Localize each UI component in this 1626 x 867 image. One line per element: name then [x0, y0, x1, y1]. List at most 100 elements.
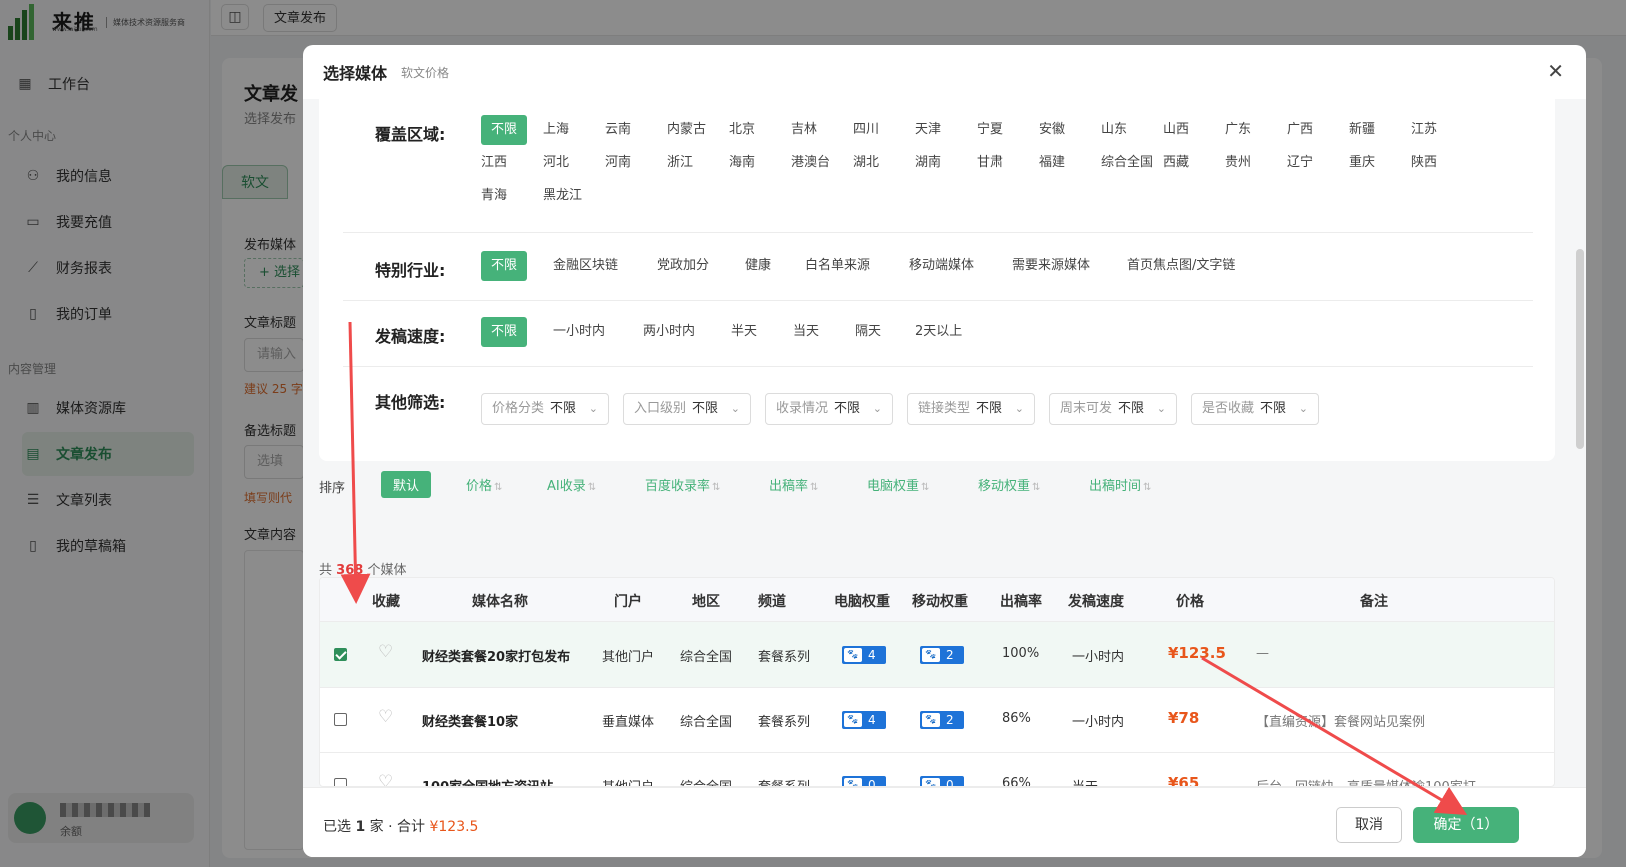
filter-select[interactable]: 周末可发 不限 ⌄: [1049, 393, 1177, 425]
sort-option[interactable]: 默认: [381, 471, 432, 498]
filter-option[interactable]: 港澳台: [791, 148, 830, 178]
filter-option[interactable]: 青海: [481, 181, 507, 211]
filter-option[interactable]: 首页焦点图/文字链: [1127, 251, 1235, 281]
filter-option[interactable]: 湖北: [853, 148, 879, 178]
filter-select[interactable]: 是否收藏 不限 ⌄: [1191, 393, 1319, 425]
sort-option-label[interactable]: 百度收录率: [645, 479, 710, 494]
chevron-down-icon[interactable]: ⌄: [589, 394, 598, 424]
pc-weight-badge[interactable]: 🐾 4: [842, 711, 886, 729]
sort-option[interactable]: 百度收录率 ⇅: [645, 475, 720, 494]
close-icon[interactable]: ✕: [1547, 59, 1564, 83]
column-header[interactable]: 出稿率: [1000, 591, 1042, 611]
modal-scrollbar[interactable]: [1576, 249, 1584, 449]
filter-select[interactable]: 入口级别 不限 ⌄: [623, 393, 751, 425]
filter-option[interactable]: 天津: [915, 115, 941, 145]
select-name[interactable]: 价格分类: [492, 401, 544, 416]
sort-arrows-icon[interactable]: ⇅: [1143, 482, 1151, 493]
column-header[interactable]: 地区: [692, 591, 720, 611]
filter-option[interactable]: 上海: [543, 115, 569, 145]
filter-option[interactable]: 不限: [481, 251, 528, 281]
chevron-down-icon[interactable]: ⌄: [1015, 394, 1024, 424]
select-name[interactable]: 周末可发: [1060, 401, 1112, 416]
sort-option[interactable]: 电脑权重 ⇅: [867, 475, 929, 494]
filter-option[interactable]: 半天: [731, 317, 757, 347]
weight-value[interactable]: 4: [868, 711, 876, 729]
column-header[interactable]: 价格: [1176, 591, 1204, 611]
column-header[interactable]: 收藏: [372, 591, 400, 611]
paw-icon[interactable]: 🐾: [922, 713, 940, 727]
filter-option[interactable]: 山东: [1101, 115, 1127, 145]
sort-option-label[interactable]: 出稿时间: [1089, 479, 1141, 494]
paw-icon[interactable]: 🐾: [844, 648, 862, 662]
filter-option[interactable]: 黑龙江: [543, 181, 582, 211]
select-name[interactable]: 收录情况: [776, 401, 828, 416]
filter-option[interactable]: 一小时内: [553, 317, 605, 347]
confirm-button[interactable]: 确定（1）: [1413, 807, 1519, 843]
column-header[interactable]: 媒体名称: [472, 591, 528, 611]
filter-option[interactable]: 云南: [605, 115, 631, 145]
sort-arrows-icon[interactable]: ⇅: [921, 482, 929, 493]
paw-icon[interactable]: 🐾: [844, 713, 862, 727]
media-name[interactable]: 财经类套餐20家打包发布: [422, 646, 570, 665]
heart-icon[interactable]: ♡: [378, 642, 393, 662]
select-value[interactable]: 不限: [550, 401, 576, 416]
paw-icon[interactable]: 🐾: [922, 778, 940, 786]
heart-icon[interactable]: ♡: [378, 707, 393, 727]
mobile-weight-badge[interactable]: 🐾 0: [920, 776, 964, 786]
filter-option[interactable]: 海南: [729, 148, 755, 178]
filter-option[interactable]: 辽宁: [1287, 148, 1313, 178]
filter-option[interactable]: 吉林: [791, 115, 817, 145]
filter-option[interactable]: 新疆: [1349, 115, 1375, 145]
media-name[interactable]: 100家全国地方资讯站...: [422, 776, 568, 786]
mobile-weight-badge[interactable]: 🐾 2: [920, 646, 964, 664]
filter-option[interactable]: 广东: [1225, 115, 1251, 145]
filter-option[interactable]: 陕西: [1411, 148, 1437, 178]
row-checkbox[interactable]: [334, 713, 347, 726]
sort-option-label[interactable]: 电脑权重: [867, 479, 919, 494]
column-header[interactable]: 电脑权重: [834, 591, 890, 611]
filter-option[interactable]: 宁夏: [977, 115, 1003, 145]
table-row[interactable]: ♡ 财经类套餐10家 垂直媒体 综合全国 套餐系列 86% 一小时内 ¥78 【直编资源】套餐网…: [320, 687, 1554, 753]
row-checkbox[interactable]: [334, 778, 347, 786]
sort-option[interactable]: 出稿时间 ⇅: [1089, 475, 1151, 494]
filter-option[interactable]: 山西: [1163, 115, 1189, 145]
filter-option[interactable]: 北京: [729, 115, 755, 145]
filter-option[interactable]: 贵州: [1225, 148, 1251, 178]
sort-option-label[interactable]: 价格: [466, 479, 492, 494]
select-value[interactable]: 不限: [1260, 401, 1286, 416]
sort-option[interactable]: 出稿率 ⇅: [769, 475, 818, 494]
column-header[interactable]: 门户: [614, 591, 642, 611]
mobile-weight-badge[interactable]: 🐾 2: [920, 711, 964, 729]
filter-select[interactable]: 价格分类 不限 ⌄: [481, 393, 609, 425]
sort-arrows-icon[interactable]: ⇅: [810, 482, 818, 493]
table-row[interactable]: ♡ 100家全国地方资讯站... 其他门户 综合全国 套餐系列 66% 当天 ¥65 后台，回链…: [320, 752, 1554, 786]
filter-option[interactable]: 湖南: [915, 148, 941, 178]
filter-select[interactable]: 链接类型 不限 ⌄: [907, 393, 1035, 425]
filter-option[interactable]: 党政加分: [657, 251, 709, 281]
pc-weight-badge[interactable]: 🐾 0: [842, 776, 886, 786]
chevron-down-icon[interactable]: ⌄: [731, 394, 740, 424]
weight-value[interactable]: 0: [946, 776, 954, 786]
sort-arrows-icon[interactable]: ⇅: [1032, 482, 1040, 493]
filter-option[interactable]: 四川: [853, 115, 879, 145]
filter-option[interactable]: 西藏: [1163, 148, 1189, 178]
pc-weight-badge[interactable]: 🐾 4: [842, 646, 886, 664]
weight-value[interactable]: 2: [946, 711, 954, 729]
filter-option[interactable]: 江苏: [1411, 115, 1437, 145]
row-checkbox[interactable]: [334, 648, 347, 661]
media-name[interactable]: 财经类套餐10家: [422, 711, 518, 730]
filter-option[interactable]: 不限: [481, 317, 528, 347]
filter-option[interactable]: 不限: [481, 115, 528, 145]
filter-option[interactable]: 综合全国: [1101, 148, 1153, 178]
heart-icon[interactable]: ♡: [378, 772, 393, 786]
weight-value[interactable]: 4: [868, 646, 876, 664]
select-value[interactable]: 不限: [692, 401, 718, 416]
filter-option[interactable]: 当天: [793, 317, 819, 347]
column-header[interactable]: 发稿速度: [1068, 591, 1124, 611]
filter-option[interactable]: 江西: [481, 148, 507, 178]
select-name[interactable]: 链接类型: [918, 401, 970, 416]
paw-icon[interactable]: 🐾: [922, 648, 940, 662]
chevron-down-icon[interactable]: ⌄: [1299, 394, 1308, 424]
filter-option[interactable]: 白名单来源: [805, 251, 870, 281]
sort-option[interactable]: 移动权重 ⇅: [978, 475, 1040, 494]
